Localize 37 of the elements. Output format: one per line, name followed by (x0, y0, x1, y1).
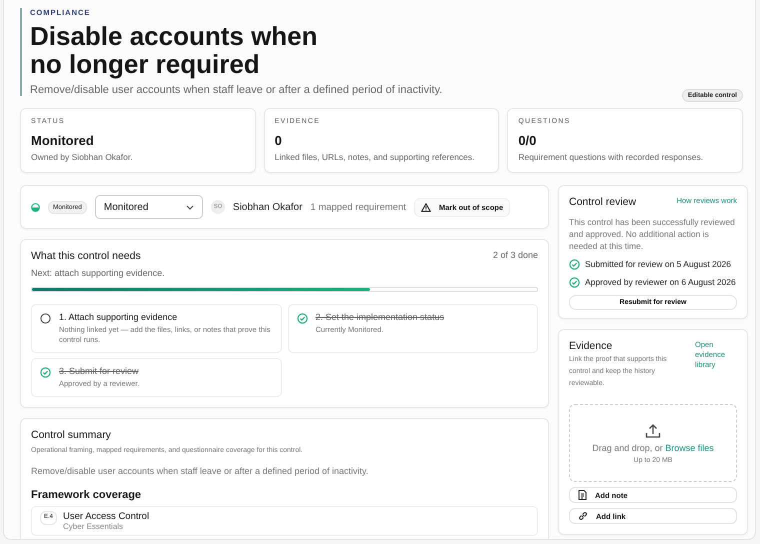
link-icon (578, 511, 588, 521)
page-description: Remove/disable user accounts when staff leave or after a defined period of inactivity. (30, 84, 442, 96)
stat-value: 0/0 (518, 133, 538, 148)
step-title: 2. Set the implementation status (316, 312, 444, 322)
section-title: Evidence (569, 340, 614, 352)
status-select[interactable]: Monitored (94, 195, 203, 219)
history-item: Approved by reviewer on 6 August 2026 (585, 276, 736, 288)
step-title: 3. Submit for review (59, 366, 140, 376)
stat-value: 0 (274, 133, 283, 148)
warning-icon (421, 202, 431, 212)
drop-text: Drag and drop, or Browse files (592, 442, 714, 452)
browse-files-link[interactable]: Browse files (665, 442, 714, 452)
document-icon (578, 490, 587, 500)
stat-note: Linked files, URLs, notes, and supporting references. (274, 152, 476, 162)
section-title: Control review (569, 196, 636, 208)
coverage-title: Framework coverage (31, 489, 142, 501)
owner-name: Siobhan Okafor (232, 202, 302, 212)
mapped-count: 1 mapped requirement (310, 202, 406, 212)
section-title: Control summary (31, 429, 112, 441)
stat-value: Monitored (31, 133, 95, 148)
check-circle-icon (569, 277, 580, 288)
step-title: 1. Attach supporting evidence (59, 312, 178, 322)
review-text: This control has been successfully reviewed and approved. No additional action is needed at this time. (569, 216, 736, 252)
chevron-down-icon (186, 204, 194, 210)
requirement-name: User Access Control (63, 511, 150, 522)
page-title: Disable accounts when no longer required (30, 22, 319, 78)
status-dot-icon (31, 202, 40, 212)
upload-icon (645, 422, 661, 438)
framework-name: Cyber Essentials (63, 522, 124, 531)
progress-text: 2 of 3 done (492, 250, 538, 262)
next-step-text: Next: attach supporting evidence. (31, 268, 166, 278)
summary-text: Remove/disable user accounts when staff leave or after a defined period of inactivity. (31, 466, 370, 476)
check-circle-icon (569, 259, 580, 270)
section-title: What this control needs (31, 250, 141, 262)
history-item: Submitted for review on 5 August 2026 (585, 258, 732, 270)
stat-note: Requirement questions with recorded responses. (518, 152, 704, 162)
stat-note: Owned by Siobhan Okafor. (31, 152, 134, 162)
